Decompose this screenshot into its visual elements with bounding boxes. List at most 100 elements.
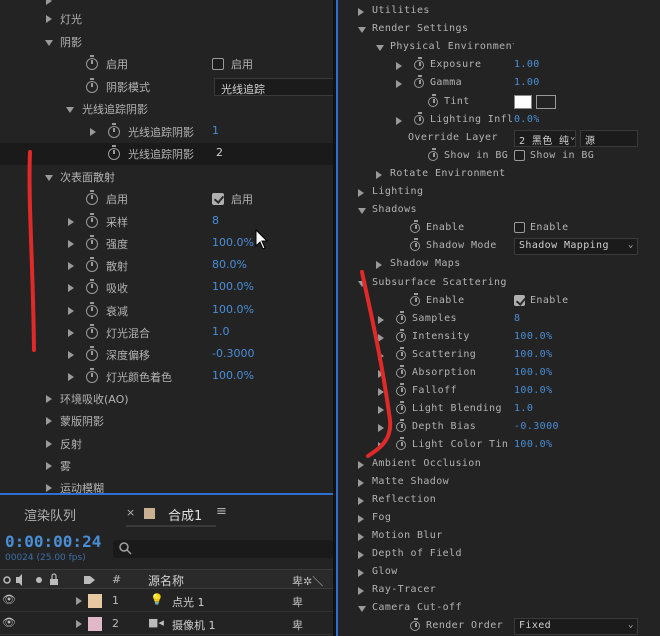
- param-value[interactable]: 100.0%: [212, 280, 254, 293]
- param-value[interactable]: 80.0%: [212, 258, 247, 271]
- enable-checkbox[interactable]: [514, 149, 525, 161]
- visibility-eye-icon[interactable]: 👁: [2, 616, 16, 629]
- effect-param-row[interactable]: Depth of Field: [338, 546, 660, 564]
- expand-arrow-icon[interactable]: [358, 478, 364, 487]
- expand-arrow-icon[interactable]: [376, 170, 382, 179]
- effect-param-row[interactable]: Gamma 1.00: [338, 75, 660, 93]
- stopwatch-icon[interactable]: [396, 328, 406, 342]
- param-value[interactable]: 100.0%: [212, 303, 254, 316]
- stopwatch-icon[interactable]: [86, 55, 98, 70]
- shadow-mode-dropdown[interactable]: 光线追踪: [214, 78, 333, 96]
- expand-arrow-icon[interactable]: [378, 333, 384, 342]
- effect-param-row[interactable]: Matte Shadow: [338, 474, 660, 492]
- stopwatch-icon[interactable]: [414, 75, 424, 89]
- stopwatch-icon[interactable]: [396, 383, 406, 397]
- stopwatch-icon[interactable]: [396, 346, 406, 360]
- tab-render-queue[interactable]: 渲染队列: [24, 505, 76, 524]
- param-value[interactable]: 100.0%: [514, 439, 553, 450]
- effect-param-row[interactable]: Samples 8: [338, 310, 660, 329]
- expand-arrow-icon[interactable]: [76, 597, 82, 605]
- expand-arrow-icon[interactable]: [378, 406, 384, 415]
- collapse-arrow-icon[interactable]: [358, 208, 366, 215]
- param-value[interactable]: -0.3000: [212, 347, 254, 360]
- panel-menu-icon[interactable]: ≡: [216, 504, 227, 519]
- expand-arrow-icon[interactable]: [396, 62, 402, 71]
- layer-row[interactable]: 👁 1 💡 点光 1 卑: [0, 590, 333, 612]
- effect-param-row[interactable]: Reflection: [338, 492, 660, 510]
- param-value[interactable]: 100.0%: [212, 369, 254, 382]
- effect-param-row[interactable]: Camera Cut-off: [338, 600, 660, 618]
- effect-param-row[interactable]: Intensity 100.0%: [338, 328, 660, 347]
- effect-param-row[interactable]: Subsurface Scattering: [338, 275, 660, 293]
- param-value[interactable]: 1.00: [514, 77, 540, 88]
- effect-group-matte-shadow[interactable]: 蒙版阴影: [0, 410, 333, 432]
- stopwatch-icon[interactable]: [86, 257, 98, 272]
- expand-arrow-icon[interactable]: [46, 440, 52, 448]
- stopwatch-icon[interactable]: [396, 310, 406, 324]
- effect-param-row[interactable]: Ray-Tracer: [338, 582, 660, 600]
- expand-arrow-icon[interactable]: [68, 262, 74, 270]
- raytrace-shadow-group[interactable]: 光线追踪阴影: [0, 98, 333, 120]
- shy-switch-icon[interactable]: 卑: [292, 617, 303, 633]
- stopwatch-icon[interactable]: [396, 401, 406, 415]
- stopwatch-icon[interactable]: [86, 213, 98, 228]
- effect-param-row[interactable]: Utilities: [338, 3, 660, 21]
- effect-param-row[interactable]: Shadows: [338, 202, 660, 220]
- param-dropdown-source[interactable]: 源: [580, 129, 638, 147]
- collapse-arrow-icon[interactable]: [358, 27, 366, 34]
- expand-arrow-icon[interactable]: [68, 307, 74, 315]
- effect-param-row[interactable]: Render Settings: [338, 21, 660, 39]
- collapse-arrow-icon[interactable]: [358, 606, 366, 613]
- expand-arrow-icon[interactable]: [358, 551, 364, 559]
- effect-param-row[interactable]: Fog: [338, 510, 660, 528]
- expand-arrow-icon[interactable]: [46, 15, 52, 23]
- expand-arrow-icon[interactable]: [68, 351, 74, 359]
- param-value[interactable]: 8: [514, 313, 520, 324]
- param-value[interactable]: 100.0%: [514, 331, 553, 342]
- param-value[interactable]: 1.0: [514, 403, 533, 414]
- expand-arrow-icon[interactable]: [358, 532, 364, 541]
- effect-group-lights[interactable]: 灯光: [0, 8, 333, 30]
- param-value[interactable]: 100.0%: [514, 367, 553, 378]
- stopwatch-icon[interactable]: [396, 419, 406, 433]
- stopwatch-icon[interactable]: [86, 302, 98, 317]
- effect-param-row[interactable]: Lighting: [338, 184, 660, 202]
- param-value-input[interactable]: 2: [216, 146, 223, 159]
- stopwatch-icon[interactable]: [410, 618, 420, 632]
- effect-param-row[interactable]: Shadow Maps: [338, 256, 660, 274]
- effect-group-sss[interactable]: 次表面散射: [0, 166, 333, 188]
- timeline-search-input[interactable]: [113, 540, 333, 558]
- stopwatch-icon[interactable]: [428, 93, 438, 107]
- param-value[interactable]: -0.3000: [514, 421, 559, 432]
- expand-arrow-icon[interactable]: [358, 496, 364, 505]
- param-value[interactable]: 1.0: [212, 325, 230, 338]
- visibility-eye-icon[interactable]: 👁: [2, 593, 16, 606]
- effect-param-row[interactable]: Scattering 100.0%: [338, 346, 660, 365]
- expand-arrow-icon[interactable]: [68, 284, 74, 292]
- param-value[interactable]: 0.0%: [514, 114, 540, 125]
- collapse-arrow-icon[interactable]: [66, 107, 74, 113]
- layer-row[interactable]: 👁 2 ■◂ 摄像机 1 卑: [0, 613, 333, 635]
- stopwatch-icon[interactable]: [396, 365, 406, 378]
- param-value[interactable]: 1.00: [514, 59, 540, 70]
- expand-arrow-icon[interactable]: [378, 388, 384, 397]
- column-source-name-header[interactable]: 源名称: [148, 572, 184, 589]
- effect-param-row[interactable]: Ambient Occlusion: [338, 456, 660, 474]
- param-value[interactable]: 8: [212, 214, 219, 227]
- expand-arrow-icon[interactable]: [378, 315, 384, 324]
- expand-arrow-icon[interactable]: [46, 462, 52, 470]
- tint-color-swatch[interactable]: [514, 94, 532, 109]
- shy-switch-icon[interactable]: 卑: [292, 594, 303, 610]
- param-dropdown[interactable]: 2 黑色 纯: [514, 129, 576, 147]
- effect-param-row[interactable]: Light Blending 1.0: [338, 401, 660, 419]
- param-value[interactable]: 100.0%: [514, 349, 553, 360]
- effect-param-row[interactable]: Light Color Tin 100.0%: [338, 437, 660, 455]
- effect-group-ao[interactable]: 环境吸收(AO): [0, 388, 333, 410]
- collapse-arrow-icon[interactable]: [358, 280, 366, 287]
- effect-group-reflection[interactable]: 反射: [0, 433, 333, 455]
- collapse-arrow-icon[interactable]: [45, 175, 53, 181]
- current-time-display[interactable]: 0:00:00:24: [5, 532, 101, 551]
- stopwatch-icon[interactable]: [410, 292, 420, 306]
- stopwatch-icon[interactable]: [108, 145, 120, 160]
- expand-arrow-icon[interactable]: [358, 460, 364, 469]
